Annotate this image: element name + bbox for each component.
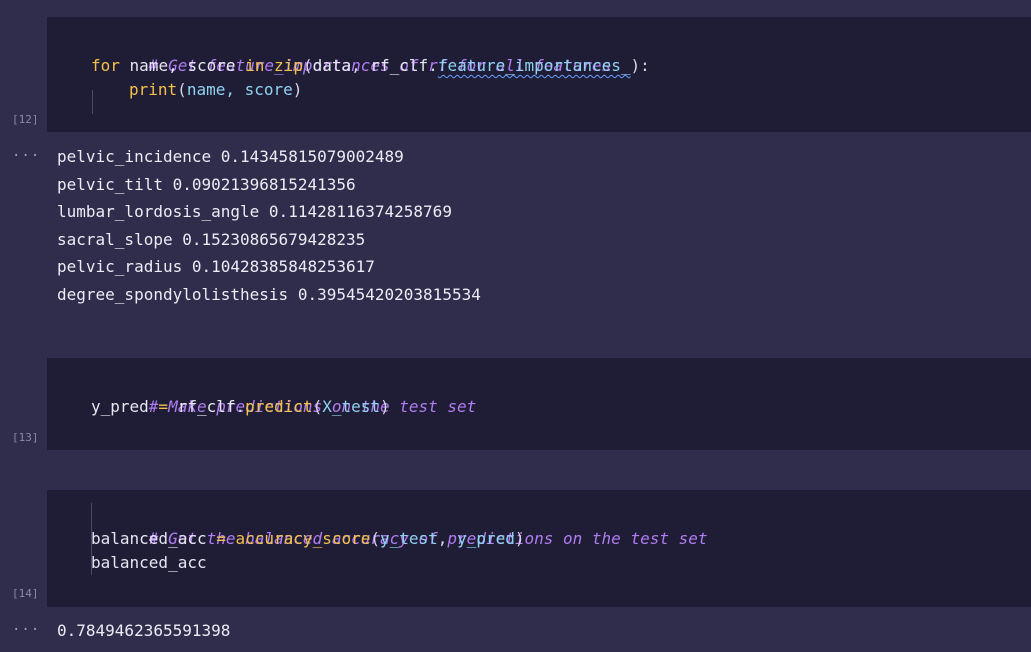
attribute-feature-importances: feature_importances_ bbox=[437, 56, 631, 75]
paren-close: ) bbox=[380, 397, 390, 416]
arg-x-test: X_test bbox=[322, 397, 381, 416]
output-ellipsis-icon[interactable]: ··· bbox=[12, 148, 40, 164]
operator-assign: = bbox=[206, 529, 236, 548]
code-line-1: # Get feature_importances of rf for all … bbox=[91, 30, 611, 75]
output-ellipsis-icon[interactable]: ··· bbox=[12, 622, 40, 638]
output-line: sacral_slope 0.15230865679428235 bbox=[57, 230, 366, 249]
function-zip: zip bbox=[274, 56, 303, 75]
code-cell-14[interactable]: # Get the balanced accuracy of predictio… bbox=[47, 490, 1031, 607]
comma: , bbox=[437, 529, 458, 548]
comma: , bbox=[351, 56, 371, 75]
print-args: name, score bbox=[186, 80, 293, 99]
variable-balanced-acc: balanced_acc bbox=[91, 529, 207, 548]
arg-y-pred: y_pred bbox=[457, 529, 515, 548]
paren: ( bbox=[177, 80, 187, 99]
code-cell-13[interactable]: # Make predictions on the test set y_pre… bbox=[47, 358, 1031, 450]
function-print: print bbox=[129, 80, 178, 99]
output-line: degree_spondylolisthesis 0.3954542020381… bbox=[57, 285, 481, 304]
paren-close: ): bbox=[630, 56, 650, 75]
code-line-2: y_pred = rf_clf.predict(X_test) bbox=[91, 395, 390, 419]
code-line-2: for name, score in zip(data, rf_clf.feat… bbox=[91, 54, 650, 78]
paren-close: ) bbox=[292, 80, 303, 99]
execution-count-14: [14] bbox=[12, 587, 39, 600]
output-line: pelvic_radius 0.10428385848253617 bbox=[57, 257, 375, 276]
code-line-1: # Make predictions on the test set bbox=[91, 371, 477, 416]
output-line: pelvic_tilt 0.09021396815241356 bbox=[57, 175, 356, 194]
paren: ( bbox=[312, 397, 323, 416]
code-line-3: print(name, score) bbox=[129, 78, 302, 102]
keyword-in: in bbox=[245, 56, 265, 75]
output-line: pelvic_incidence 0.14345815079002489 bbox=[57, 147, 404, 166]
variable-y-pred: y_pred bbox=[91, 397, 149, 416]
arg-data: data bbox=[312, 56, 352, 75]
paren-close: ) bbox=[514, 529, 525, 548]
object-rf-clf: rf_clf bbox=[370, 56, 429, 75]
code-line-2: balanced_acc = accuracy_score(y_test, y_… bbox=[91, 527, 525, 551]
loop-vars: name, score bbox=[119, 56, 246, 75]
dot: . bbox=[235, 397, 246, 416]
output-line: lumbar_lordosis_angle 0.1142811637425876… bbox=[57, 202, 452, 221]
keyword-for: for bbox=[91, 56, 120, 75]
arg-y-test: y_test bbox=[380, 529, 438, 548]
execution-count-13: [13] bbox=[12, 431, 39, 444]
paren: ( bbox=[370, 529, 380, 548]
execution-count-12: [12] bbox=[12, 113, 39, 126]
dot: . bbox=[428, 56, 438, 75]
method-predict: predict bbox=[245, 397, 313, 416]
code-line-1: # Get the balanced accuracy of predictio… bbox=[91, 503, 708, 548]
code-line-3: balanced_acc bbox=[91, 551, 207, 575]
paren: ( bbox=[302, 56, 313, 75]
code-cell-12[interactable]: # Get feature_importances of rf for all … bbox=[47, 17, 1031, 132]
operator-assign: = bbox=[148, 397, 178, 416]
function-accuracy-score: accuracy_score bbox=[235, 529, 371, 548]
object-rf-clf: rf_clf bbox=[177, 397, 236, 416]
output-line: 0.7849462365591398 bbox=[57, 621, 231, 640]
variable-balanced-acc: balanced_acc bbox=[91, 553, 207, 572]
